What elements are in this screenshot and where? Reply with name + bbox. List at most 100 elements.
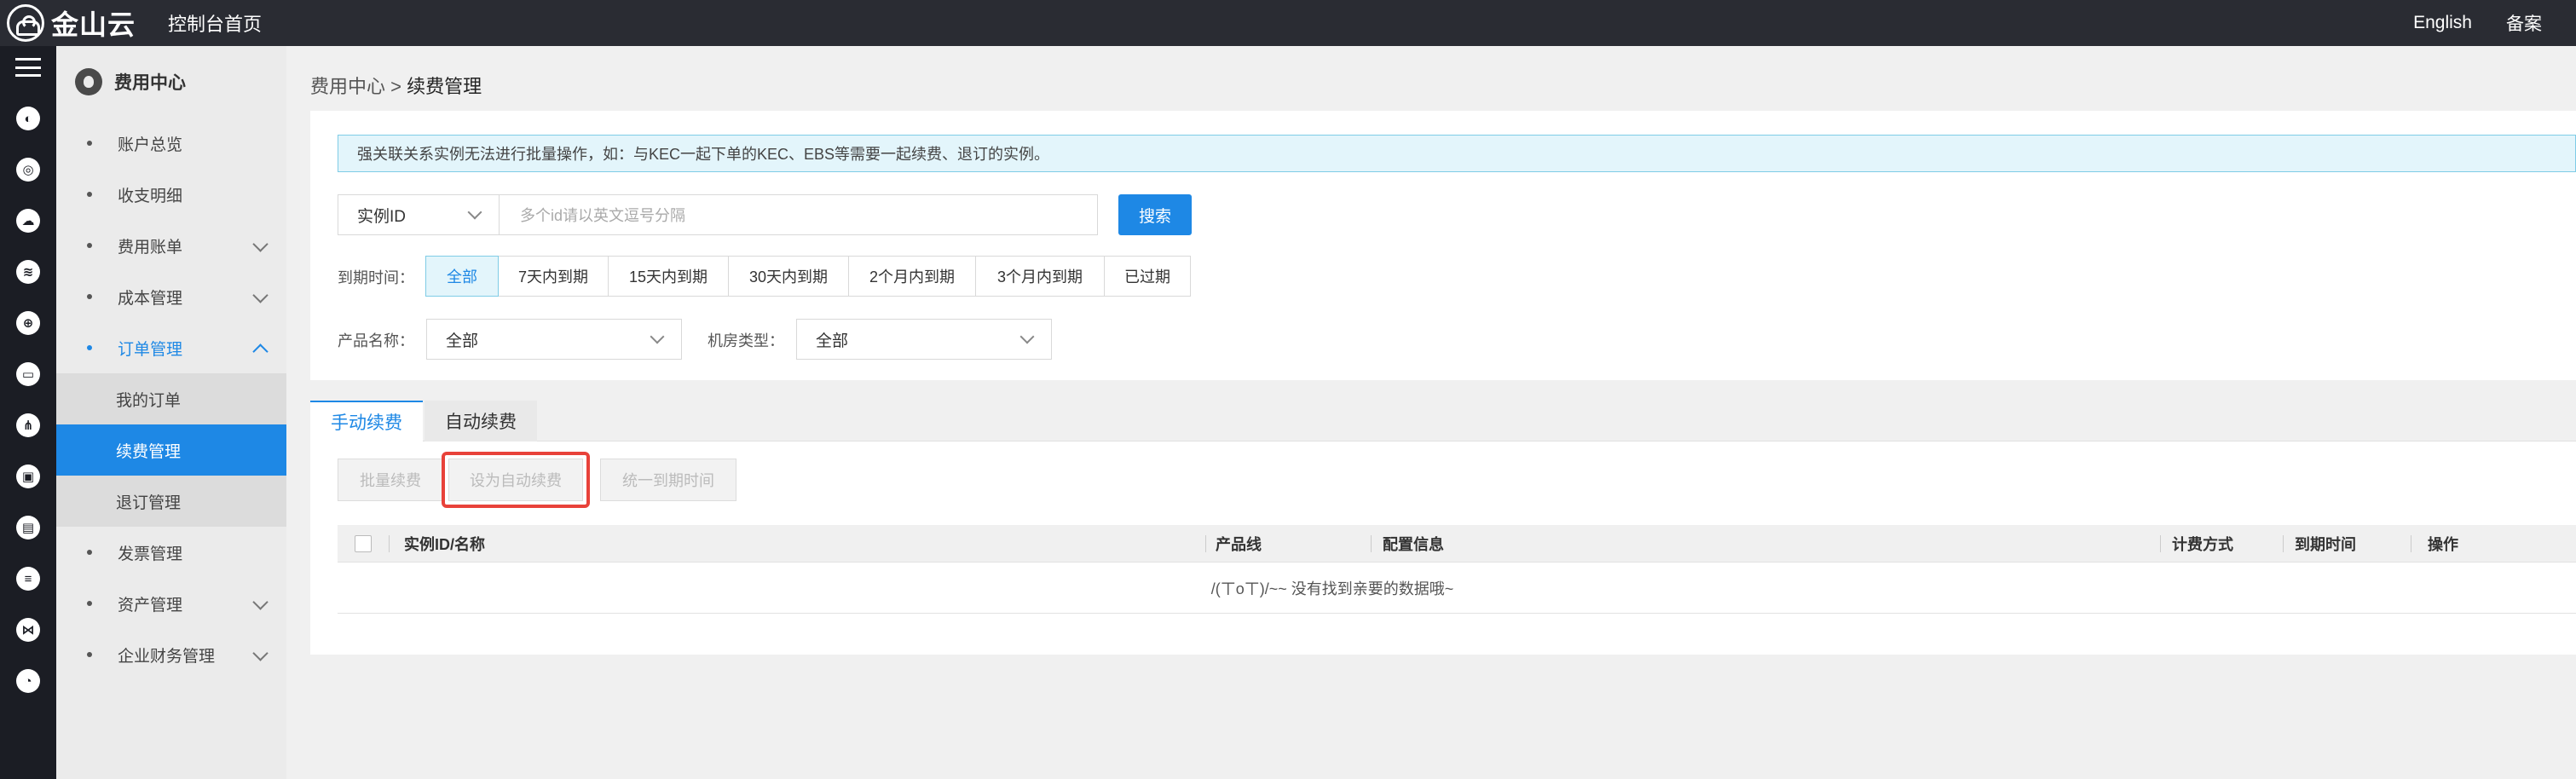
sidebar-item-label: 收支明细 bbox=[118, 187, 183, 205]
sidebar-item-orders[interactable]: 订单管理 bbox=[56, 322, 286, 373]
rail-product-9-button[interactable]: ▤ bbox=[0, 506, 56, 549]
side-menu: 费用中心 账户总览 收支明细 费用账单 成本管理 订单管理 我的订单 续费管理 … bbox=[56, 46, 286, 779]
rail-product-11-button[interactable]: ⋈ bbox=[0, 609, 56, 651]
sidebar-item-label: 成本管理 bbox=[118, 289, 183, 308]
menu-toggle-button[interactable] bbox=[0, 46, 56, 89]
expire-option-30d[interactable]: 30天内到期 bbox=[728, 256, 849, 297]
chevron-down-icon bbox=[252, 645, 269, 661]
sidebar-item-account-overview[interactable]: 账户总览 bbox=[56, 118, 286, 169]
expire-option-3m[interactable]: 3个月内到期 bbox=[975, 256, 1105, 297]
column-actions: 操作 bbox=[2428, 536, 2458, 553]
chevron-down-icon bbox=[252, 236, 269, 252]
room-type-select[interactable]: 全部 bbox=[796, 319, 1052, 360]
sidebar-item-bills[interactable]: 费用账单 bbox=[56, 220, 286, 271]
sidebar-subitem-unsubscribe[interactable]: 退订管理 bbox=[56, 476, 286, 527]
sidebar-item-label: 资产管理 bbox=[118, 596, 183, 615]
column-product-line: 产品线 bbox=[1216, 536, 1262, 553]
product-5-icon: ⊕ bbox=[16, 311, 40, 335]
language-english-link[interactable]: English bbox=[2413, 13, 2472, 33]
highlight-box bbox=[442, 452, 590, 508]
product-6-icon: ▭ bbox=[16, 362, 40, 386]
expire-option-expired[interactable]: 已过期 bbox=[1104, 256, 1191, 297]
top-navbar: 金山云 控制台首页 English 备案 bbox=[0, 0, 2576, 46]
rail-product-5-button[interactable]: ⊕ bbox=[0, 302, 56, 344]
search-field-value: 实例ID bbox=[357, 207, 407, 226]
chevron-down-icon bbox=[252, 287, 269, 303]
expire-option-15d[interactable]: 15天内到期 bbox=[608, 256, 729, 297]
table-header: 实例ID/名称 产品线 配置信息 计费方式 到期时间 操作 bbox=[338, 525, 2576, 563]
room-type-value: 全部 bbox=[816, 332, 849, 350]
logo-text: 金山云 bbox=[51, 9, 136, 40]
empty-state-text: /(ㄒoㄒ)/~~ 没有找到亲要的数据哦~ bbox=[338, 563, 2576, 614]
sidebar-item-assets[interactable]: 资产管理 bbox=[56, 578, 286, 629]
rail-product-10-button[interactable]: ≡ bbox=[0, 557, 56, 600]
tab-bar: 手动续费 自动续费 bbox=[310, 401, 2576, 441]
expire-option-all[interactable]: 全部 bbox=[425, 256, 499, 297]
expire-time-filter: 全部 7天内到期 15天内到期 30天内到期 2个月内到期 3个月内到期 已过期 bbox=[425, 256, 1191, 297]
room-type-label: 机房类型： bbox=[708, 332, 784, 349]
expire-time-label: 到期时间： bbox=[338, 269, 414, 286]
breadcrumb-separator: > bbox=[390, 76, 401, 97]
filter-panel: 强关联关系实例无法进行批量操作，如：与KEC一起下单的KEC、EBS等需要一起续… bbox=[310, 111, 2576, 380]
sidebar-item-label: 发票管理 bbox=[118, 545, 183, 563]
console-home-link[interactable]: 控制台首页 bbox=[168, 9, 262, 37]
rail-product-1-button[interactable]: ◐ bbox=[0, 97, 56, 140]
product-name-value: 全部 bbox=[446, 332, 479, 350]
product-4-icon: ≋ bbox=[16, 260, 40, 284]
bullet-icon bbox=[87, 294, 92, 299]
search-button[interactable]: 搜索 bbox=[1118, 194, 1192, 235]
product-8-icon: ▣ bbox=[16, 465, 40, 488]
product-12-icon: ◔ bbox=[16, 669, 40, 693]
rail-product-4-button[interactable]: ≋ bbox=[0, 251, 56, 293]
expire-option-7d[interactable]: 7天内到期 bbox=[498, 256, 609, 297]
rail-product-6-button[interactable]: ▭ bbox=[0, 353, 56, 395]
sidebar-item-cost[interactable]: 成本管理 bbox=[56, 271, 286, 322]
rail-product-12-button[interactable]: ◔ bbox=[0, 660, 56, 702]
sidebar-item-invoice[interactable]: 发票管理 bbox=[56, 527, 286, 578]
sidebar-item-label: 企业财务管理 bbox=[118, 647, 216, 666]
tab-auto-renewal[interactable]: 自动续费 bbox=[425, 401, 537, 441]
rail-product-3-button[interactable]: ☁ bbox=[0, 199, 56, 242]
breadcrumb-parent-link[interactable]: 费用中心 bbox=[310, 76, 385, 97]
sidebar-item-label: 账户总览 bbox=[118, 136, 183, 154]
product-3-icon: ☁ bbox=[16, 209, 40, 233]
rail-product-8-button[interactable]: ▣ bbox=[0, 455, 56, 498]
bullet-icon bbox=[87, 550, 92, 555]
chevron-down-icon bbox=[650, 329, 665, 344]
chevron-down-icon bbox=[1019, 329, 1035, 344]
hamburger-icon bbox=[15, 58, 41, 77]
bullet-icon bbox=[87, 345, 92, 350]
rail-product-7-button[interactable]: ⋔ bbox=[0, 404, 56, 447]
chevron-down-icon bbox=[252, 594, 269, 610]
cloud-logo-icon bbox=[7, 4, 44, 42]
sidebar-item-income-expense[interactable]: 收支明细 bbox=[56, 169, 286, 220]
chevron-up-icon bbox=[252, 343, 269, 360]
product-name-label: 产品名称： bbox=[338, 332, 414, 349]
expire-option-2m[interactable]: 2个月内到期 bbox=[848, 256, 976, 297]
sidebar-item-enterprise-finance[interactable]: 企业财务管理 bbox=[56, 629, 286, 680]
product-11-icon: ⋈ bbox=[16, 618, 40, 642]
tab-manual-renewal[interactable]: 手动续费 bbox=[310, 401, 423, 441]
breadcrumb: 费用中心 > 续费管理 bbox=[310, 72, 482, 99]
product-name-select[interactable]: 全部 bbox=[426, 319, 682, 360]
column-config-info: 配置信息 bbox=[1383, 536, 1444, 553]
product-10-icon: ≡ bbox=[16, 567, 40, 591]
money-bag-icon bbox=[75, 68, 102, 95]
column-expire-time: 到期时间 bbox=[2295, 536, 2356, 553]
select-all-checkbox[interactable] bbox=[355, 535, 372, 552]
logo[interactable]: 金山云 bbox=[7, 0, 136, 46]
beian-link[interactable]: 备案 bbox=[2506, 10, 2542, 36]
rail-product-2-button[interactable]: ◎ bbox=[0, 148, 56, 191]
sidebar-item-label: 费用账单 bbox=[118, 238, 183, 257]
unify-expire-time-button[interactable]: 统一到期时间 bbox=[600, 459, 736, 501]
bullet-icon bbox=[87, 243, 92, 248]
search-field-select[interactable]: 实例ID bbox=[338, 194, 500, 235]
chevron-down-icon bbox=[467, 205, 482, 220]
sidebar-subitem-renewal[interactable]: 续费管理 bbox=[56, 424, 286, 476]
sidebar-subitem-my-orders[interactable]: 我的订单 bbox=[56, 373, 286, 424]
search-input[interactable]: 多个id请以英文逗号分隔 bbox=[500, 194, 1098, 235]
batch-renew-button[interactable]: 批量续费 bbox=[338, 459, 443, 501]
breadcrumb-current: 续费管理 bbox=[407, 76, 482, 97]
product-7-icon: ⋔ bbox=[16, 413, 40, 437]
renewal-list-panel: 手动续费 自动续费 批量续费 设为自动续费 统一到期时间 实例ID/名称 产品线… bbox=[310, 401, 2576, 655]
